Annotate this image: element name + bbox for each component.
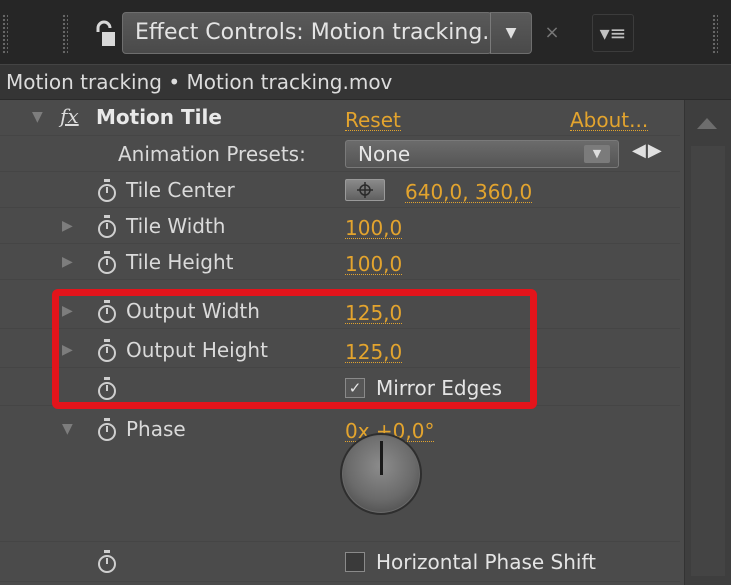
horizontal-phase-shift-label[interactable]: Horizontal Phase Shift	[376, 550, 596, 574]
animation-presets-select[interactable]: None ▼	[345, 140, 619, 168]
stopwatch-icon[interactable]	[96, 215, 118, 239]
effect-name: Motion Tile	[96, 105, 222, 129]
twirl-open-icon[interactable]: ▼	[62, 421, 73, 437]
panel-grip-right[interactable]	[712, 14, 718, 54]
about-link[interactable]: About...	[570, 110, 649, 131]
horizontal-phase-shift-checkbox[interactable]	[345, 552, 365, 572]
property-row-horizontal-phase-shift: Horizontal Phase Shift	[0, 542, 680, 582]
scrollbar[interactable]	[684, 100, 731, 585]
property-row-tile-height: ▶ Tile Height 100,0	[0, 244, 680, 280]
property-row-tile-width: ▶ Tile Width 100,0	[0, 208, 680, 244]
fx-toggle[interactable]: fx	[60, 104, 79, 128]
scroll-up-icon[interactable]	[697, 118, 717, 129]
stopwatch-icon[interactable]	[96, 179, 118, 203]
stopwatch-icon[interactable]	[96, 418, 118, 442]
preset-nav-arrows[interactable]: ◀▶	[632, 140, 664, 161]
panel-grip-left[interactable]	[2, 14, 8, 54]
tile-center-value[interactable]: 640,0, 360,0	[405, 182, 533, 203]
twirl-open-icon[interactable]: ▼	[32, 109, 43, 125]
reset-link[interactable]: Reset	[345, 110, 401, 131]
animation-presets-label: Animation Presets:	[118, 142, 306, 166]
effect-row-motion-tile: ▼ fx Motion Tile Reset About...	[0, 100, 680, 136]
animation-presets-value: None	[358, 142, 411, 166]
dial-needle	[380, 441, 383, 475]
breadcrumb: Motion tracking • Motion tracking.mov	[0, 64, 731, 100]
tab-grip[interactable]	[62, 14, 68, 54]
tile-width-label: Tile Width	[126, 214, 226, 238]
twirl-closed-icon[interactable]: ▶	[62, 254, 73, 270]
property-row-tile-center: Tile Center 640,0, 360,0	[0, 172, 680, 208]
tile-height-value[interactable]: 100,0	[345, 254, 403, 275]
annotation-highlight-box	[52, 289, 537, 409]
tab-dropdown-button[interactable]: ▼	[490, 12, 532, 54]
crosshair-icon[interactable]	[345, 179, 385, 201]
phase-dial[interactable]	[340, 433, 422, 515]
scroll-track[interactable]	[691, 146, 725, 576]
chevron-down-icon: ▼	[584, 145, 610, 163]
tab-effect-controls[interactable]: Effect Controls: Motion tracking.mov	[122, 12, 492, 54]
stopwatch-icon[interactable]	[96, 550, 118, 574]
tile-width-value[interactable]: 100,0	[345, 218, 403, 239]
tile-height-label: Tile Height	[126, 250, 234, 274]
phase-label: Phase	[126, 417, 186, 441]
stopwatch-icon[interactable]	[96, 251, 118, 275]
animation-presets-row: Animation Presets: None ▼ ◀▶	[0, 136, 680, 172]
tile-center-label: Tile Center	[126, 178, 235, 202]
twirl-closed-icon[interactable]: ▶	[62, 218, 73, 234]
panel-menu-button[interactable]: ▾≡	[592, 14, 634, 52]
close-icon[interactable]: ×	[540, 20, 564, 46]
lock-icon[interactable]	[93, 20, 117, 48]
panel-tab-bar: Effect Controls: Motion tracking.mov ▼ ×…	[0, 0, 731, 64]
